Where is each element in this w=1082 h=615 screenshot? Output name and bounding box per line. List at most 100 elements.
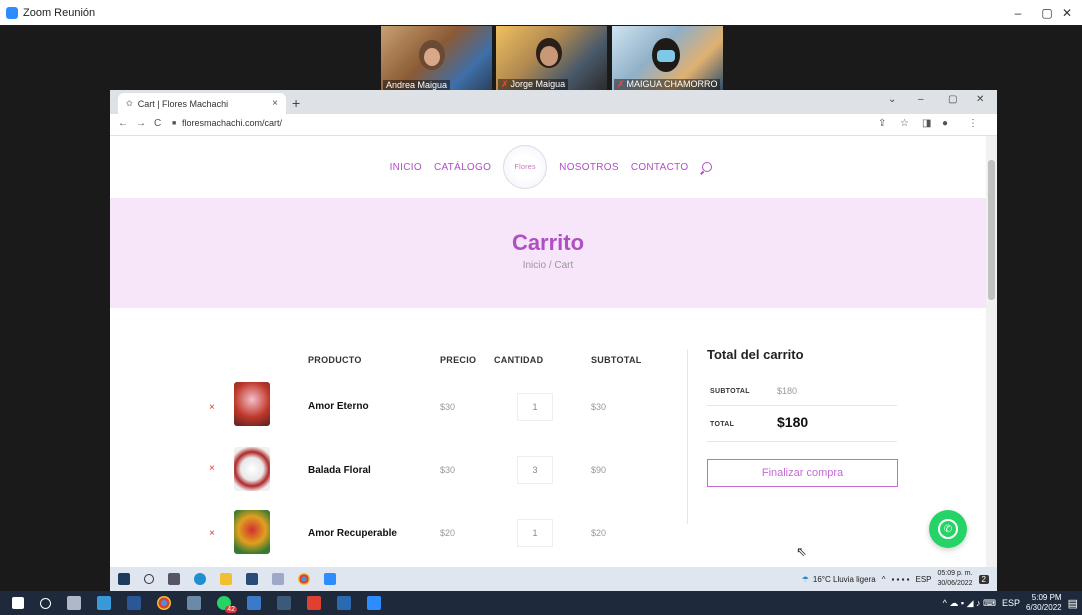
browser-maximize-button[interactable]: ▢ [948,94,957,105]
app-icon[interactable] [187,596,201,610]
notification-icon[interactable]: 2 [978,574,989,584]
participant-tile-maigua-chamorro[interactable]: ✗ MAIGUA CHAMORRO ... [612,26,723,91]
app-icon[interactable] [337,596,351,610]
cart-row: × Amor Eterno $30 1 $30 [110,380,710,440]
nav-inicio[interactable]: INICIO [390,162,422,173]
tray-chevron-icon[interactable]: ^ [882,575,886,584]
column-divider [687,349,688,524]
quantity-input[interactable]: 3 [517,456,553,484]
file-explorer-icon[interactable] [220,573,232,585]
notification-icon[interactable]: ▤ [1068,597,1078,610]
remote-clock[interactable]: 05:09 p. m. 30/06/2022 [938,569,973,589]
app-icon[interactable] [67,596,81,610]
quantity-input[interactable]: 1 [517,393,553,421]
product-subtotal: $20 [591,528,607,538]
remote-time: 05:09 p. m. [937,570,973,577]
app-icon[interactable] [247,596,261,610]
weather-text[interactable]: 16°C Lluvia ligera [813,575,876,584]
system-tray: ^ ☁ ▪ ◢ ♪ ⌨ ESP 5:09 PM 6/30/2022 ▤ [943,591,1078,615]
search-icon[interactable] [702,162,713,172]
paint-icon[interactable] [272,573,284,585]
zoom-close-button[interactable]: ✕ [1050,0,1082,25]
remove-item-icon[interactable]: × [209,528,215,539]
clock[interactable]: 5:09 PM 6/30/2022 [1026,593,1062,613]
forward-icon[interactable]: → [136,118,146,129]
chrome-icon[interactable] [157,596,171,610]
mouse-cursor-icon: ⇖ [796,544,807,559]
product-thumbnail[interactable] [234,510,270,554]
app-icon[interactable] [277,596,291,610]
total-value: $180 [777,414,809,430]
remote-taskbar: ☂ 16°C Lluvia ligera ^ ▪ ▪ ▪ ▪ ESP 05:09… [110,567,997,591]
header-producto: PRODUCTO [308,355,362,365]
participant-tile-andrea[interactable]: Andrea Maigua [381,26,492,91]
product-price: $30 [440,402,456,412]
tray-icons[interactable]: ▪ ▪ ▪ ▪ [891,575,909,584]
remove-item-icon[interactable]: × [209,402,215,413]
participant-name-text: Jorge Maigua [510,79,566,89]
product-name[interactable]: Balada Floral [308,465,371,476]
browser-minimize-button[interactable]: – [918,94,924,105]
reload-icon[interactable]: C [154,118,161,129]
nav-nosotros[interactable]: NOSOTROS [559,162,619,173]
zoom-title-bar: Zoom Reunión – ▢ ✕ [0,0,1082,25]
bookmark-star-icon[interactable]: ☆ [900,118,909,129]
subtotal-label: SUBTOTAL [710,388,750,395]
product-subtotal: $90 [591,465,607,475]
start-icon[interactable] [118,573,130,585]
zoom-icon[interactable] [367,596,381,610]
browser-menu-icon[interactable]: ⋮ [968,118,978,129]
store-icon[interactable] [246,573,258,585]
side-panel-icon[interactable]: ◨ [922,118,931,129]
header-subtotal: SUBTOTAL [591,355,642,365]
windows-taskbar: 42 ^ ☁ ▪ ◢ ♪ ⌨ ESP 5:09 PM 6/30/2022 ▤ [0,591,1082,615]
tab-search-icon[interactable]: ⌄ [888,94,896,105]
task-view-icon[interactable] [168,573,180,585]
language-indicator[interactable]: ESP [915,575,931,584]
share-icon[interactable]: ⇪ [878,118,886,129]
product-name[interactable]: Amor Eterno [308,401,369,412]
language-indicator[interactable]: ESP [1002,598,1020,608]
product-price: $20 [440,528,456,538]
nav-catalogo[interactable]: CATÁLOGO [434,162,491,173]
tray-icons[interactable]: ^ ☁ ▪ ◢ ♪ ⌨ [943,598,996,609]
product-name[interactable]: Amor Recuperable [308,528,397,539]
new-tab-button[interactable]: + [292,95,300,111]
browser-close-button[interactable]: ✕ [976,94,984,105]
nav-contacto[interactable]: CONTACTO [631,162,689,173]
subtotal-value: $180 [777,386,798,396]
remove-item-icon[interactable]: × [209,463,215,474]
participant-face [540,46,558,66]
browser-tab-strip: ✿ Cart | Flores Machachi × + ⌄ – ▢ ✕ [110,90,997,114]
profile-icon[interactable]: ● [942,118,948,129]
site-logo[interactable]: Flores [503,145,548,189]
word-icon[interactable] [127,596,141,610]
zoom-icon[interactable] [324,573,336,585]
search-icon[interactable] [144,574,154,584]
app-icon[interactable] [97,596,111,610]
chrome-icon[interactable] [298,573,310,585]
product-price: $30 [440,465,456,475]
edge-icon[interactable] [194,573,206,585]
start-icon[interactable] [12,597,24,609]
address-bar[interactable]: floresmachachi.com/cart/ [182,118,282,128]
badge-count: 42 [225,606,237,613]
browser-tab[interactable]: ✿ Cart | Flores Machachi × [118,93,286,114]
scrollbar-thumb[interactable] [988,160,995,300]
totals-divider [707,441,897,442]
quantity-input[interactable]: 1 [517,519,553,547]
search-icon[interactable] [40,597,51,609]
tab-close-icon[interactable]: × [272,98,278,109]
header-cantidad: CANTIDAD [494,355,544,365]
whatsapp-button[interactable]: ✆ [929,510,967,548]
back-icon[interactable]: ← [118,118,128,129]
whatsapp-icon[interactable]: 42 [217,596,237,613]
product-thumbnail[interactable] [234,447,270,491]
brave-icon[interactable] [307,596,321,610]
shared-browser-window: ✿ Cart | Flores Machachi × + ⌄ – ▢ ✕ ← →… [110,90,997,568]
participant-tile-jorge[interactable]: ✗ Jorge Maigua [496,26,607,91]
favicon-icon: ✿ [126,99,133,108]
checkout-button[interactable]: Finalizar compra [707,459,898,487]
page-scrollbar[interactable] [986,136,997,568]
product-thumbnail[interactable] [234,382,270,426]
